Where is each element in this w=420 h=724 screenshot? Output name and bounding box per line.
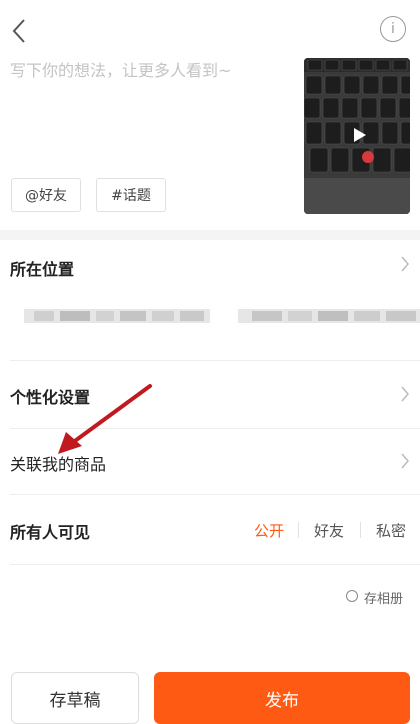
section-divider	[0, 230, 420, 240]
publish-label: 发布	[265, 690, 299, 711]
chevron-right-icon	[401, 256, 409, 272]
visibility-separator	[298, 522, 299, 538]
row-divider	[10, 564, 420, 565]
location-suggestion-blurred[interactable]	[24, 303, 210, 329]
mention-friend-label: @好友	[25, 188, 67, 204]
save-album-label[interactable]: 存相册	[364, 588, 403, 607]
visibility-separator	[360, 522, 361, 538]
visibility-option-public[interactable]: 公开	[254, 520, 284, 541]
row-divider	[10, 360, 420, 361]
location-label: 所在位置	[10, 260, 75, 279]
publish-button[interactable]: 发布	[154, 672, 410, 724]
annotation-arrow	[58, 384, 152, 454]
visibility-option-private[interactable]: 私密	[376, 520, 406, 541]
location-suggestion-blurred[interactable]	[238, 303, 420, 329]
mention-friend-button[interactable]: @好友	[11, 178, 81, 212]
location-row[interactable]: 所在位置	[10, 256, 74, 280]
topic-label: #话题	[111, 188, 151, 204]
keyboard-photo	[304, 58, 410, 214]
media-thumbnail[interactable]	[304, 58, 410, 214]
save-draft-label: 存草稿	[49, 690, 101, 711]
row-divider	[10, 494, 420, 495]
chevron-right-icon	[401, 386, 409, 402]
topic-button[interactable]: #话题	[96, 178, 166, 212]
chevron-right-icon	[401, 453, 409, 469]
save-album-radio[interactable]	[346, 590, 358, 602]
visibility-row: 所有人可见	[10, 519, 90, 543]
post-text-input[interactable]: 写下你的想法，让更多人看到~	[10, 58, 290, 88]
info-button[interactable]: i	[380, 16, 406, 42]
chevron-left-icon	[12, 19, 25, 43]
save-draft-button[interactable]: 存草稿	[11, 672, 139, 724]
visibility-option-friends[interactable]: 好友	[314, 520, 344, 541]
info-icon: i	[391, 21, 395, 37]
visibility-label: 所有人可见	[10, 523, 91, 542]
back-button[interactable]	[8, 14, 34, 48]
post-text-placeholder: 写下你的想法，让更多人看到~	[10, 61, 232, 80]
